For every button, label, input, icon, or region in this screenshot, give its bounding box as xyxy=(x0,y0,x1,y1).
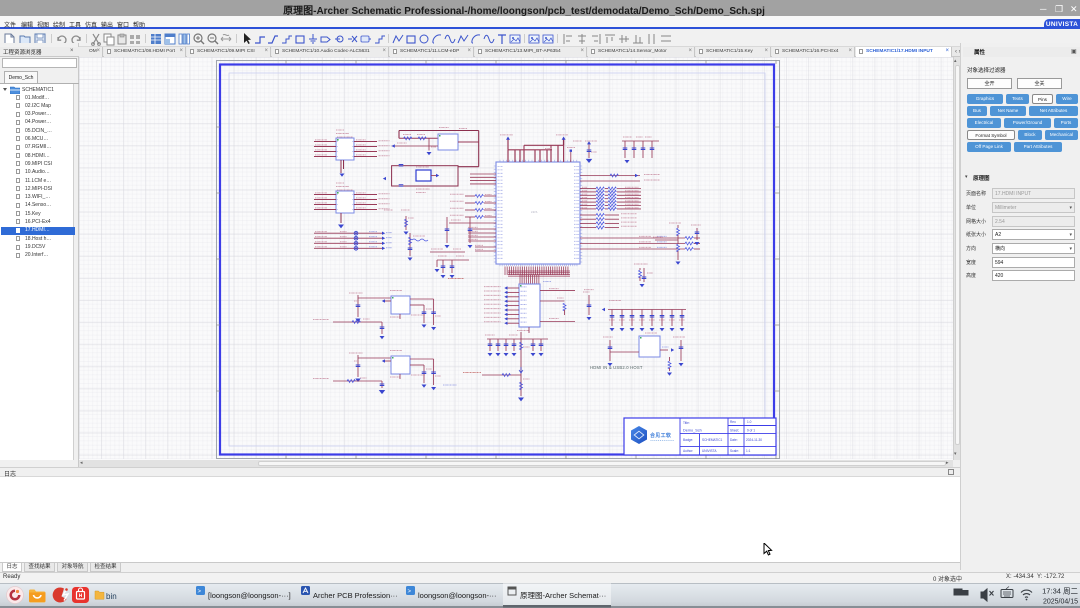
svg-text:Sheet:: Sheet: xyxy=(730,429,739,433)
svg-text:Title:: Title: xyxy=(683,421,690,425)
svg-text:原理图-Archer Schemat···: 原理图-Archer Schemat··· xyxy=(520,591,606,600)
svg-text:SCHEMATIC1: SCHEMATIC1 xyxy=(702,438,723,442)
svg-text:Date:: Date: xyxy=(730,438,738,442)
svg-text:HDMI IN & USB2.0 HOST: HDMI IN & USB2.0 HOST xyxy=(590,365,643,370)
svg-text:1.0: 1.0 xyxy=(747,420,752,424)
svg-text:9 of 1: 9 of 1 xyxy=(747,429,755,433)
svg-text:[loongson@loongson-···]: [loongson@loongson-···] xyxy=(208,591,291,600)
svg-text:2025/04/15: 2025/04/15 xyxy=(1043,599,1078,606)
svg-text:Scale:: Scale: xyxy=(730,449,739,453)
svg-text:2024-11-30: 2024-11-30 xyxy=(746,438,762,442)
svg-text:UNIVISTA: UNIVISTA xyxy=(702,449,717,453)
svg-text:Archer PCB Profession···: Archer PCB Profession··· xyxy=(313,591,398,600)
svg-text:Badge:: Badge: xyxy=(683,438,693,442)
svg-text:Author:: Author: xyxy=(683,449,693,453)
svg-text:17:34 周二: 17:34 周二 xyxy=(1042,587,1078,596)
svg-text:>: > xyxy=(198,589,202,595)
svg-text:loongson@loongson-···: loongson@loongson-··· xyxy=(418,591,497,600)
svg-text:>: > xyxy=(408,589,412,595)
svg-text:LS7A: LS7A xyxy=(531,210,538,214)
svg-text:Demo_Sch: Demo_Sch xyxy=(683,429,702,433)
svg-text:合见工软: 合见工软 xyxy=(649,432,672,439)
svg-text:bin: bin xyxy=(106,592,117,601)
svg-text:Rev.: Rev. xyxy=(730,420,736,424)
svg-text:1:1: 1:1 xyxy=(746,449,751,453)
